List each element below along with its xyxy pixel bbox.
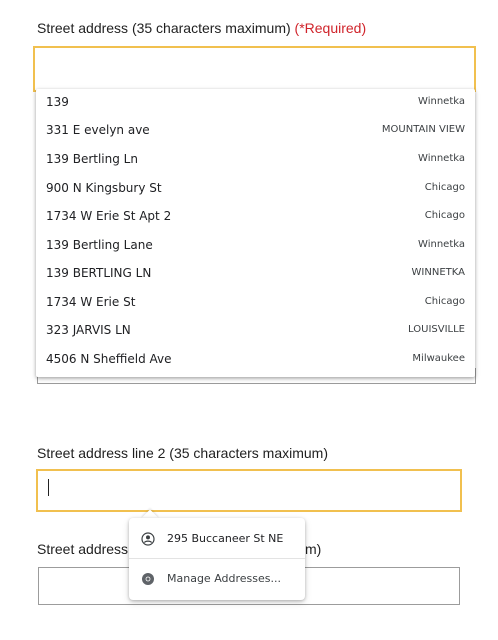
autocomplete-item[interactable]: 900 N Kingsbury St Chicago [36,175,475,203]
street-address-line2-label: Street address line 2 (35 characters max… [37,445,328,461]
text-caret [48,479,49,496]
autocomplete-item[interactable]: 1734 W Erie St Chicago [36,289,475,317]
street-address-label: Street address (35 characters maximum) (… [37,20,366,36]
autocomplete-item[interactable]: 139 BERTLING LN WINNETKA [36,260,475,288]
autocomplete-city: Winnetka [418,96,465,107]
saved-address-suggestion[interactable]: 295 Buccaneer St NE [129,520,305,558]
autocomplete-city: Winnetka [418,239,465,250]
autocomplete-item[interactable]: 139 Bertling Ln Winnetka [36,146,475,174]
autocomplete-item[interactable]: 4506 N Sheffield Ave Milwaukee [36,346,475,374]
address-autocomplete-dropdown: 139 Winnetka 331 E evelyn ave MOUNTAIN V… [36,89,475,377]
manage-addresses-text: Manage Addresses... [167,572,281,585]
street-address-label-text: Street address (35 characters maximum) [37,20,291,36]
street-address-line2-input[interactable] [36,469,462,512]
saved-address-text: 295 Buccaneer St NE [167,532,284,545]
required-indicator: (*Required) [294,20,367,36]
autocomplete-city: Chicago [424,210,465,221]
autocomplete-address: 1734 W Erie St [46,295,136,309]
autocomplete-address: 139 BERTLING LN [46,266,152,280]
autocomplete-address: 900 N Kingsbury St [46,181,162,195]
street-address-line3-label: Street address [37,541,128,557]
autocomplete-city: MOUNTAIN VIEW [381,124,465,135]
autocomplete-address: 331 E evelyn ave [46,123,150,137]
street-address-line3-label-tail: m) [305,541,322,557]
autocomplete-address: 139 Bertling Ln [46,152,138,166]
autocomplete-address: 4506 N Sheffield Ave [46,352,172,366]
autocomplete-item[interactable]: 139 Bertling Lane Winnetka [36,232,475,260]
autocomplete-item[interactable]: 139 Winnetka [36,89,475,117]
autocomplete-city: Chicago [424,296,465,307]
person-circle-icon [141,532,155,546]
autocomplete-address: 1734 W Erie St Apt 2 [46,209,172,223]
manage-addresses-item[interactable]: Manage Addresses... [129,560,305,598]
autocomplete-address: 139 Bertling Lane [46,238,153,252]
autocomplete-city: LOUISVILLE [408,324,465,335]
autocomplete-item[interactable]: 323 JARVIS LN LOUISVILLE [36,317,475,345]
autocomplete-item[interactable]: 331 E evelyn ave MOUNTAIN VIEW [36,117,475,145]
autocomplete-city: Milwaukee [412,353,465,364]
popup-divider [129,558,305,559]
autocomplete-city: Chicago [424,182,465,193]
chrome-autofill-popup: 295 Buccaneer St NE Manage Addresses... [129,518,305,600]
autocomplete-address: 323 JARVIS LN [46,323,131,337]
chrome-icon [142,573,154,585]
autocomplete-city: Winnetka [418,153,465,164]
autocomplete-item[interactable]: 1734 W Erie St Apt 2 Chicago [36,203,475,231]
autocomplete-city: WINNETKA [411,267,465,278]
street-address-input[interactable] [33,46,476,92]
street-address-line3-label-left: Street address [37,541,129,557]
autocomplete-address: 139 [46,95,69,109]
